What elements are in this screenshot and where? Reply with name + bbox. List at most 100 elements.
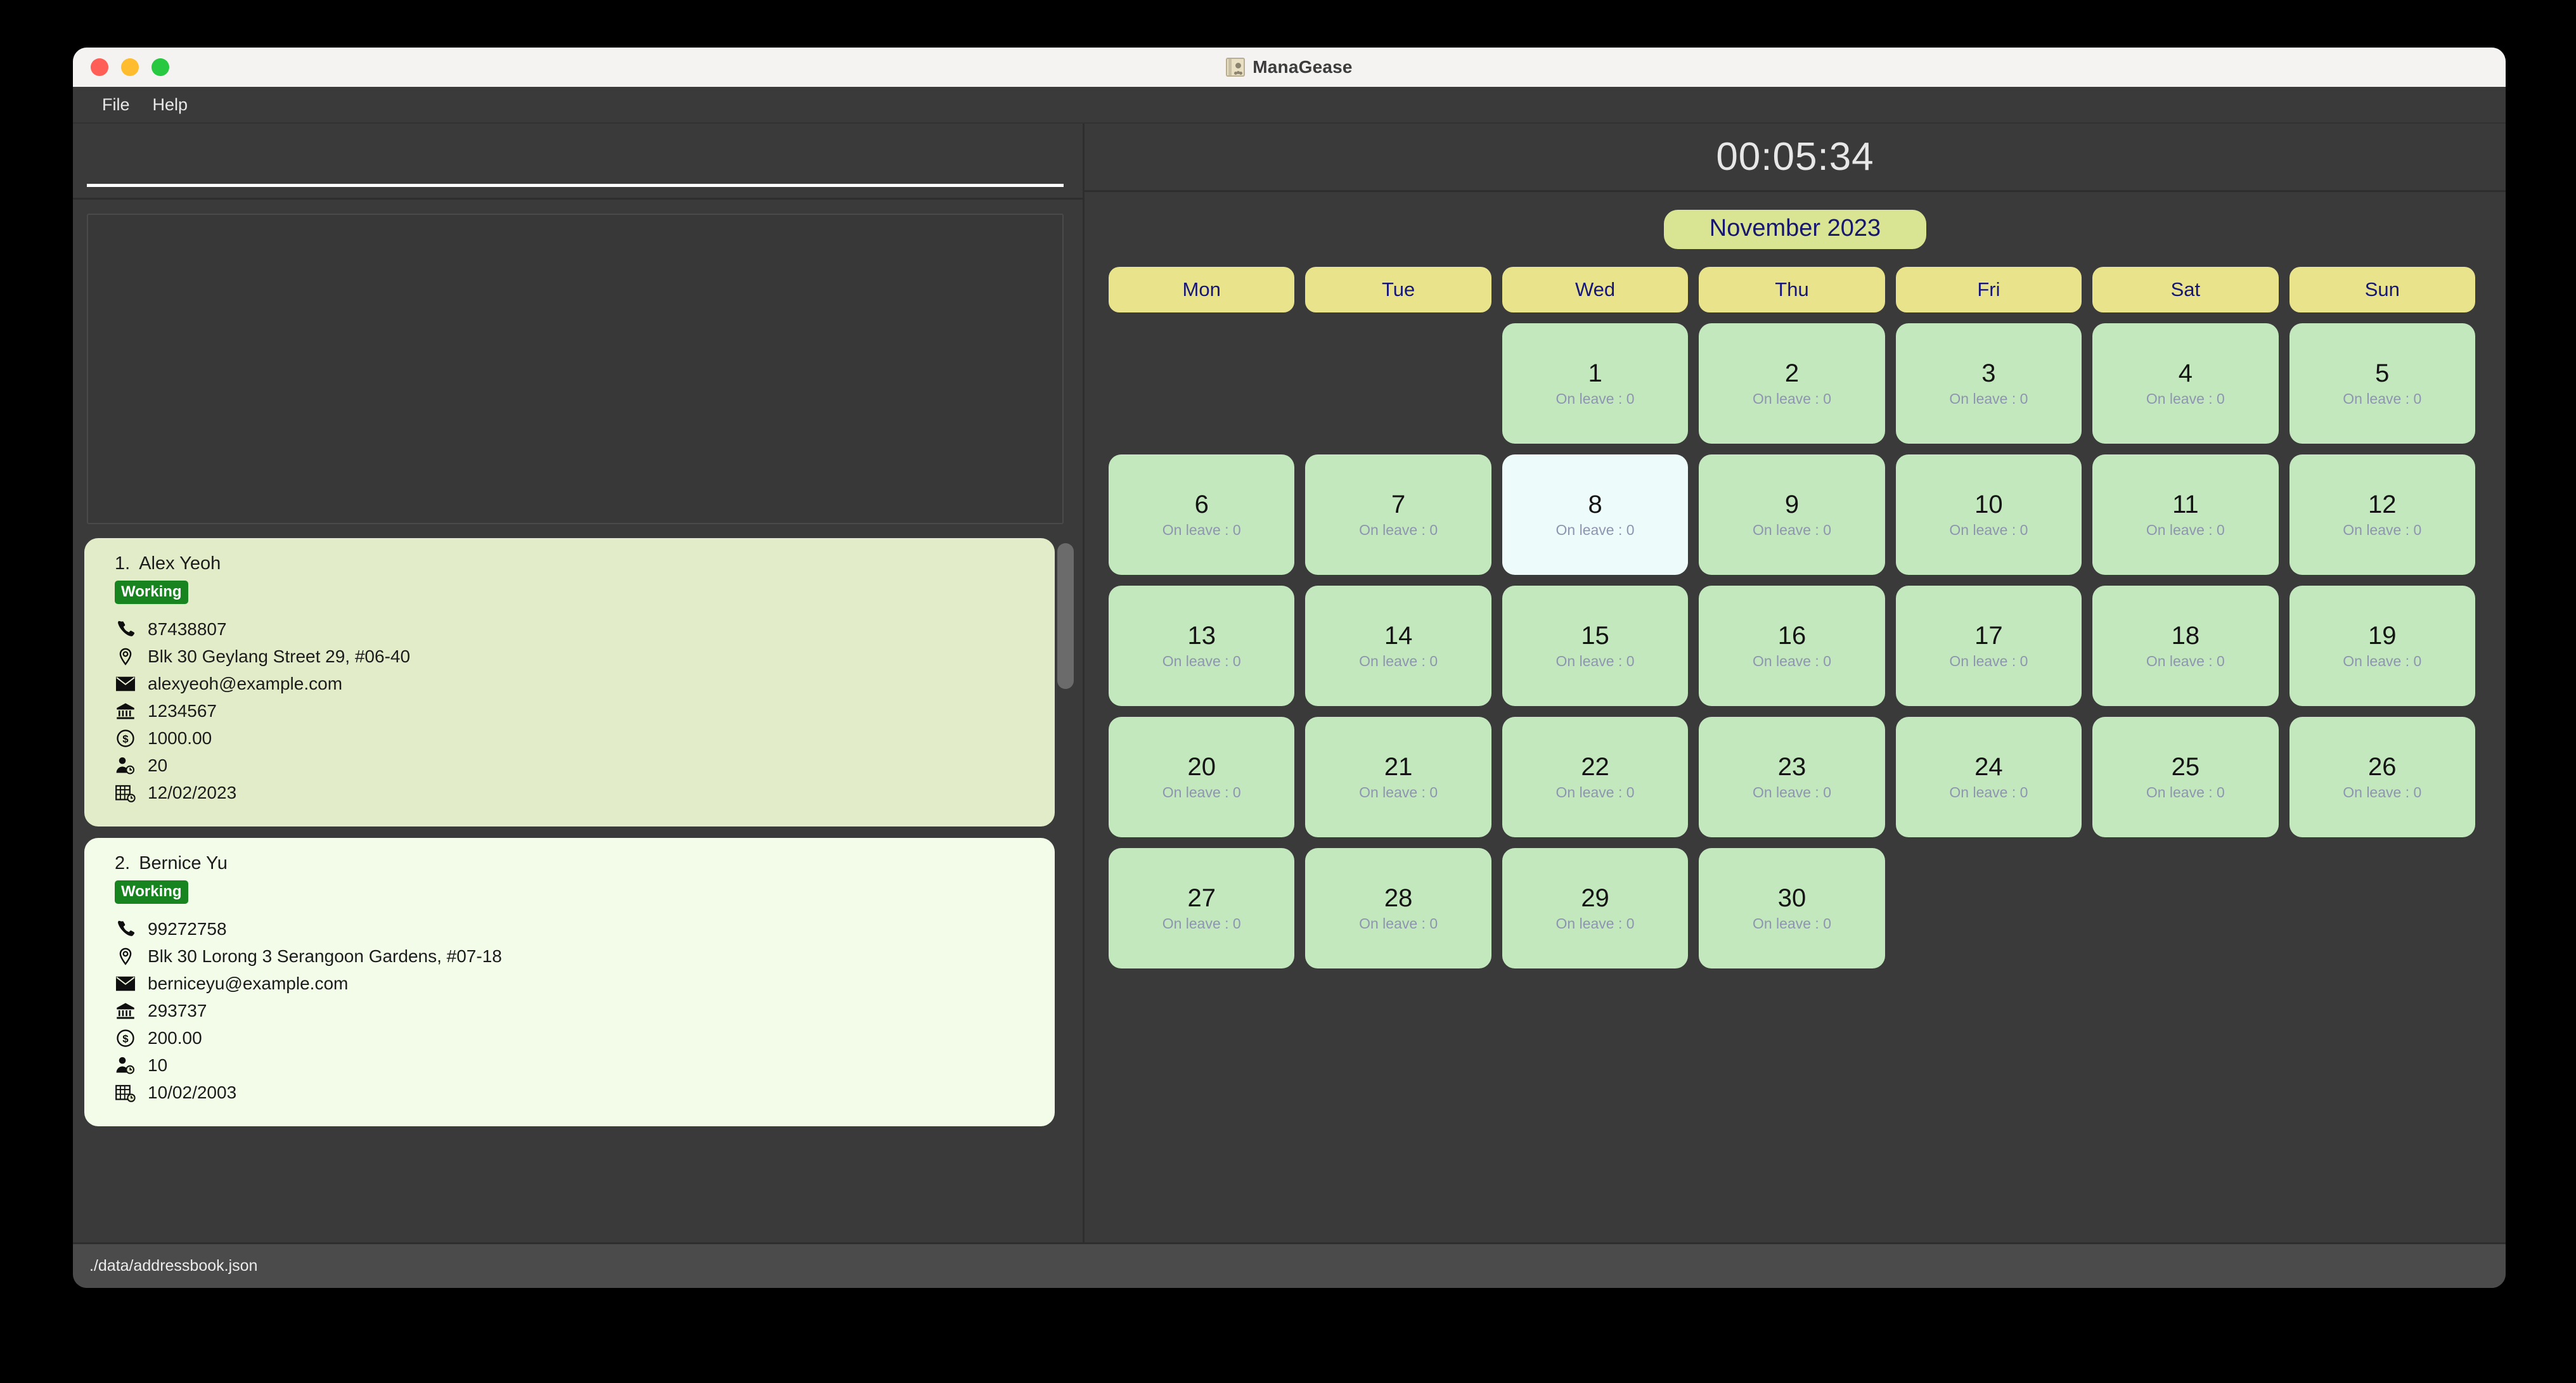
calendar-empty-cell: [2289, 848, 2475, 968]
calendar-day-cell[interactable]: 5 On leave : 0: [2289, 323, 2475, 444]
day-header-mon: Mon: [1109, 267, 1295, 312]
person-card[interactable]: 1. Alex Yeoh Working 87438807 Blk 30 Geylang…: [84, 538, 1055, 827]
calendar-day-cell[interactable]: 9 On leave : 0: [1699, 454, 1885, 575]
calendar-day-cell[interactable]: 23 On leave : 0: [1699, 717, 1885, 837]
calendar-day-number: 9: [1784, 490, 1800, 518]
person-detail-bank: 1234567: [115, 701, 1055, 721]
person-bank-value: 1234567: [148, 701, 217, 721]
calendar-day-cell[interactable]: 10 On leave : 0: [1895, 454, 2082, 575]
calendar-day-cell[interactable]: 14 On leave : 0: [1305, 586, 1491, 706]
menu-item-file[interactable]: File: [91, 91, 141, 119]
calendar-day-leave-count: On leave : 0: [1752, 521, 1831, 538]
calendar-day-cell[interactable]: 19 On leave : 0: [2289, 586, 2475, 706]
month-label: November 2023: [1663, 210, 1927, 249]
calendar-week-row: 13 On leave : 0 14 On leave : 0 15 On leave :…: [1109, 586, 2475, 706]
calendar-day-cell[interactable]: 8 On leave : 0: [1502, 454, 1689, 575]
calendar-day-cell[interactable]: 28 On leave : 0: [1305, 848, 1491, 968]
person-phone-value: 99272758: [148, 919, 227, 939]
dollar-coin-icon: $: [115, 1029, 136, 1048]
menu-bar: File Help: [73, 87, 2506, 124]
person-index: 1.: [115, 553, 131, 574]
calendar-day-leave-count: On leave : 0: [1949, 783, 2028, 801]
calendar-empty-cell: [1109, 323, 1294, 444]
person-list-scrollbar-thumb[interactable]: [1057, 543, 1074, 689]
calendar-day-cell[interactable]: 20 On leave : 0: [1109, 717, 1295, 837]
calendar-day-cell[interactable]: 1 On leave : 0: [1502, 323, 1689, 444]
close-window-button[interactable]: [91, 58, 108, 76]
calendar-day-cell[interactable]: 7 On leave : 0: [1305, 454, 1491, 575]
calendar-day-cell[interactable]: 22 On leave : 0: [1502, 717, 1689, 837]
person-list-scrollbar[interactable]: [1057, 538, 1074, 1242]
calendar-empty-cell: [1896, 848, 2082, 968]
calendar-day-number: 23: [1777, 752, 1806, 781]
calendar-day-leave-count: On leave : 0: [1555, 783, 1635, 801]
calendar-day-leave-count: On leave : 0: [1555, 652, 1635, 669]
calendar-day-number: 7: [1391, 490, 1406, 518]
person-phone-value: 87438807: [148, 619, 227, 639]
calendar-day-cell[interactable]: 24 On leave : 0: [1895, 717, 2082, 837]
calendar-grid: Mon Tue Wed Thu Fri Sat Sun 1 On leave : 0 2 On le…: [1085, 267, 2506, 1242]
calendar-day-number: 26: [2368, 752, 2397, 781]
status-bar-path: ./data/addressbook.json: [89, 1257, 258, 1275]
calendar-day-cell[interactable]: 3 On leave : 0: [1895, 323, 2082, 444]
calendar-day-cell[interactable]: 15 On leave : 0: [1502, 586, 1689, 706]
bank-icon: [115, 1002, 136, 1020]
command-input[interactable]: [87, 140, 1064, 187]
calendar-day-number: 11: [2172, 490, 2199, 518]
calendar-day-leave-count: On leave : 0: [2343, 783, 2422, 801]
calendar-day-cell[interactable]: 2 On leave : 0: [1699, 323, 1885, 444]
minimize-window-button[interactable]: [121, 58, 139, 76]
calendar-day-cell[interactable]: 30 On leave : 0: [1699, 848, 1885, 968]
maximize-window-button[interactable]: [151, 58, 169, 76]
menu-item-help[interactable]: Help: [141, 91, 200, 119]
calendar-day-cell[interactable]: 17 On leave : 0: [1895, 586, 2082, 706]
calendar-day-leave-count: On leave : 0: [1162, 652, 1241, 669]
calendar-day-cell[interactable]: 6 On leave : 0: [1109, 454, 1295, 575]
window-body: 1. Alex Yeoh Working 87438807 Blk 30 Geylang…: [73, 124, 2506, 1242]
bank-icon: [115, 702, 136, 720]
person-salary-value: 1000.00: [148, 728, 212, 748]
person-date-value: 12/02/2023: [148, 783, 237, 802]
calendar-day-leave-count: On leave : 0: [1555, 521, 1635, 538]
calendar-day-cell[interactable]: 4 On leave : 0: [2092, 323, 2279, 444]
calendar-day-leave-count: On leave : 0: [1949, 521, 2028, 538]
person-card[interactable]: 2. Bernice Yu Working 99272758 Blk 30 Lorong…: [84, 838, 1055, 1126]
calendar-day-cell[interactable]: 12 On leave : 0: [2289, 454, 2475, 575]
calendar-day-cell[interactable]: 21 On leave : 0: [1305, 717, 1491, 837]
calendar-day-number: 6: [1194, 490, 1209, 518]
calendar-day-cell[interactable]: 16 On leave : 0: [1699, 586, 1885, 706]
phone-icon: [115, 920, 136, 939]
calendar-day-cell[interactable]: 11 On leave : 0: [2092, 454, 2279, 575]
calendar-day-cell[interactable]: 26 On leave : 0: [2289, 717, 2475, 837]
calendar-day-leave-count: On leave : 0: [2343, 521, 2422, 538]
calendar-day-leave-count: On leave : 0: [1162, 915, 1241, 932]
person-leaves-value: 20: [148, 756, 168, 775]
calendar-day-number: 10: [1974, 490, 2003, 518]
person-name: Alex Yeoh: [139, 553, 221, 574]
calendar-day-number: 4: [2178, 359, 2193, 387]
calendar-clock-icon: [115, 1083, 136, 1102]
calendar-day-cell[interactable]: 13 On leave : 0: [1109, 586, 1295, 706]
person-detail-salary: $200.00: [115, 1028, 1055, 1048]
month-bar: November 2023: [1085, 192, 2506, 267]
calendar-day-cell[interactable]: 25 On leave : 0: [2092, 717, 2279, 837]
calendar-day-cell[interactable]: 29 On leave : 0: [1502, 848, 1689, 968]
calendar-day-number: 25: [2171, 752, 2200, 781]
person-detail-address: Blk 30 Geylang Street 29, #06-40: [115, 646, 1055, 667]
calendar-week-row: 1 On leave : 0 2 On leave : 0 3 On leave : 04…: [1109, 323, 2475, 444]
person-detail-phone: 99272758: [115, 919, 1055, 939]
calendar-day-cell[interactable]: 27 On leave : 0: [1109, 848, 1295, 968]
calendar-day-cell[interactable]: 18 On leave : 0: [2092, 586, 2279, 706]
person-detail-date: 10/02/2003: [115, 1083, 1055, 1103]
person-leaves-value: 10: [148, 1055, 168, 1075]
calendar-day-leave-count: On leave : 0: [1162, 783, 1241, 801]
person-list[interactable]: 1. Alex Yeoh Working 87438807 Blk 30 Geylang…: [84, 538, 1055, 1242]
person-index: 2.: [115, 853, 131, 873]
title-bar-center: ManaGease: [73, 57, 2506, 77]
calendar-day-header-row: Mon Tue Wed Thu Fri Sat Sun: [1109, 267, 2475, 312]
calendar-day-number: 18: [2171, 621, 2200, 650]
calendar-day-leave-count: On leave : 0: [2146, 783, 2225, 801]
person-card-header: 2. Bernice Yu: [115, 853, 1055, 874]
person-detail-phone: 87438807: [115, 619, 1055, 640]
person-detail-address: Blk 30 Lorong 3 Serangoon Gardens, #07-1…: [115, 946, 1055, 967]
